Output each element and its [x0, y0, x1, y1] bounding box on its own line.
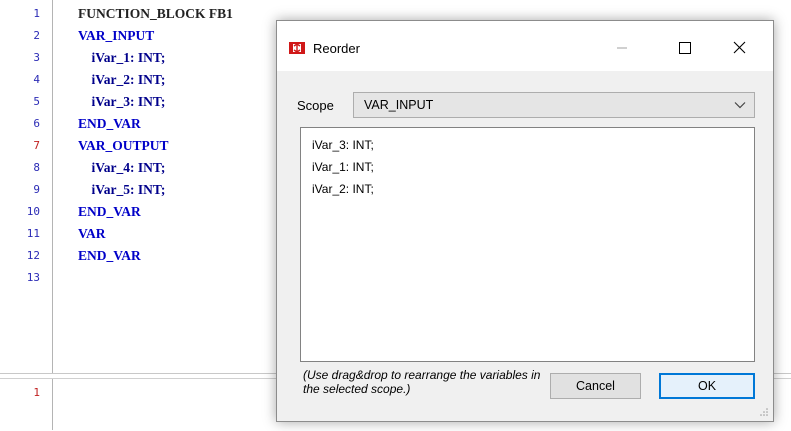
maximize-icon [679, 42, 691, 54]
chevron-down-icon [734, 102, 746, 109]
gutter-divider [52, 379, 53, 430]
close-button[interactable] [717, 35, 761, 61]
cancel-button[interactable]: Cancel [550, 373, 641, 399]
code-line[interactable]: VAR_OUTPUT [78, 138, 169, 154]
code-line[interactable]: END_VAR [78, 204, 141, 220]
code-line[interactable]: iVar_4: INT; [78, 160, 166, 176]
reorder-app-icon [289, 42, 305, 54]
line-number: 3 [33, 51, 40, 64]
gutter-divider [52, 0, 53, 373]
resize-grip-icon[interactable] [759, 407, 769, 417]
line-number: 1 [33, 7, 40, 20]
line-number: 11 [26, 227, 40, 240]
list-item[interactable]: iVar_1: INT; [312, 160, 374, 174]
code-line[interactable]: iVar_2: INT; [78, 72, 166, 88]
line-number: 10 [26, 205, 40, 218]
drag-drop-hint: (Use drag&drop to rearrange the variable… [303, 368, 541, 396]
scope-dropdown[interactable]: VAR_INPUT [353, 92, 755, 118]
line-number: 5 [33, 95, 40, 108]
scope-selected-value: VAR_INPUT [364, 98, 434, 112]
close-icon [733, 41, 746, 54]
code-line[interactable]: iVar_1: INT; [78, 50, 166, 66]
code-line[interactable]: VAR [78, 226, 106, 242]
line-number: 8 [33, 161, 40, 174]
variable-list[interactable]: iVar_3: INT; iVar_1: INT; iVar_2: INT; [300, 127, 755, 362]
dialog-title: Reorder [313, 41, 360, 56]
ok-button[interactable]: OK [659, 373, 755, 399]
code-line[interactable]: iVar_5: INT; [78, 182, 166, 198]
minimize-button[interactable] [600, 35, 644, 61]
line-number: 6 [33, 117, 40, 130]
line-number: 2 [33, 29, 40, 42]
code-line[interactable]: FUNCTION_BLOCK FB1 [78, 6, 233, 22]
code-line[interactable]: VAR_INPUT [78, 28, 154, 44]
line-number: 13 [26, 271, 40, 284]
code-line[interactable]: END_VAR [78, 248, 141, 264]
scope-label: Scope [297, 98, 334, 113]
line-number: 9 [33, 183, 40, 196]
maximize-button[interactable] [662, 35, 706, 61]
dialog-titlebar[interactable]: Reorder [277, 21, 773, 71]
line-number-gutter: 1 2 3 4 5 6 7 8 9 10 11 12 13 [0, 0, 44, 373]
line-number: 1 [33, 386, 40, 399]
line-number: 4 [33, 73, 40, 86]
reorder-dialog: Reorder Scope VAR_INPUT iVar_3: INT; iVa… [276, 20, 774, 422]
list-item[interactable]: iVar_3: INT; [312, 138, 374, 152]
line-number: 12 [26, 249, 40, 262]
line-number: 7 [33, 139, 40, 152]
minimize-icon [617, 47, 627, 49]
code-line[interactable]: END_VAR [78, 116, 141, 132]
code-line[interactable]: iVar_3: INT; [78, 94, 166, 110]
list-item[interactable]: iVar_2: INT; [312, 182, 374, 196]
